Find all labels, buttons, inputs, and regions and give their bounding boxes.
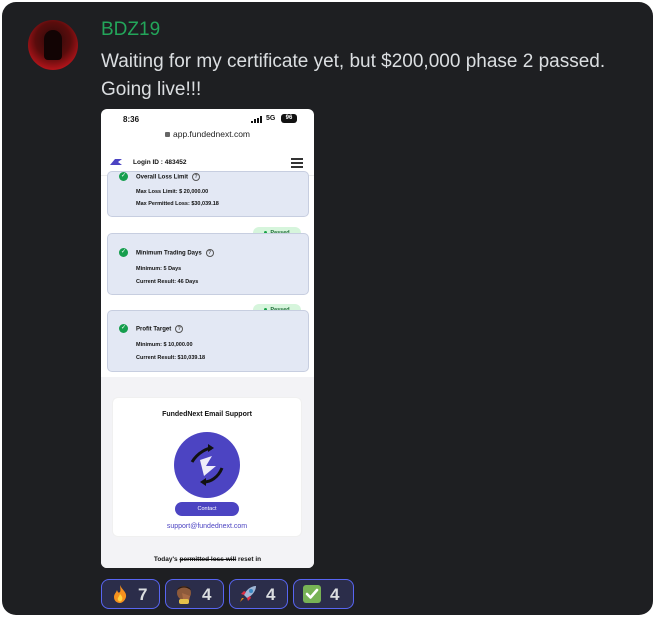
- network-label: 5G: [266, 115, 276, 122]
- card-title: Overall Loss Limit?: [136, 173, 201, 181]
- signal-icon: [251, 116, 262, 123]
- reaction-count: 4: [330, 585, 340, 604]
- support-title: FundedNext Email Support: [162, 411, 252, 418]
- help-icon: ?: [192, 173, 201, 181]
- reaction-count: 4: [266, 585, 276, 604]
- rocket-emoji-icon: [240, 586, 256, 602]
- help-icon: ?: [205, 249, 214, 257]
- support-illustration: [174, 432, 240, 498]
- reaction-count: 4: [202, 585, 212, 604]
- username[interactable]: BDZ19: [101, 19, 160, 41]
- card-line: Current Result: $10,039.18: [136, 355, 206, 361]
- status-time: 8:36: [123, 115, 140, 124]
- login-id: Login ID : 483452: [133, 159, 187, 166]
- card-line: Minimum: 5 Days: [136, 266, 182, 272]
- card-line: Minimum: $ 10,000.00: [136, 342, 193, 348]
- reaction-fire[interactable]: 7: [101, 579, 160, 609]
- card-title: Profit Target?: [136, 325, 184, 333]
- objective-card-loss-limit: ✓ Overall Loss Limit? Max Loss Limit: $ …: [107, 171, 309, 217]
- contact-button[interactable]: Contact: [175, 502, 239, 516]
- card-line: Max Loss Limit: $ 20,000.00: [136, 189, 209, 195]
- support-email-link[interactable]: support@fundednext.com: [113, 523, 301, 530]
- check-circle-icon: ✓: [119, 324, 128, 333]
- attached-screenshot[interactable]: 8:36 5G 96 app.fundednext.com Login ID :…: [101, 109, 314, 568]
- email-support-card: FundedNext Email Support Contact support…: [113, 398, 301, 536]
- reaction-count: 7: [138, 585, 148, 604]
- objective-card-trading-days: ✓ Minimum Trading Days? Minimum: 5 Days …: [107, 233, 309, 295]
- avatar-figure: [44, 30, 62, 60]
- check-circle-icon: ✓: [119, 248, 128, 257]
- user-avatar[interactable]: [28, 20, 78, 70]
- fundednext-emblem-icon: [190, 444, 224, 486]
- message-container: BDZ19 Waiting for my certificate yet, bu…: [2, 2, 653, 615]
- message-text: Waiting for my certificate yet, but $200…: [101, 51, 606, 100]
- card-title: Minimum Trading Days?: [136, 249, 214, 257]
- battery-icon: 96: [281, 114, 297, 123]
- address-bar: app.fundednext.com: [101, 129, 314, 139]
- hamburger-menu-icon: [291, 158, 303, 168]
- check-mark-button-emoji-icon: [303, 585, 321, 603]
- fundednext-logo-icon: [110, 159, 122, 165]
- card-line: Max Permitted Loss: $30,039.18: [136, 201, 219, 207]
- card-line: Current Result: 46 Days: [136, 279, 199, 285]
- reaction-check[interactable]: 4: [293, 579, 354, 609]
- reaction-rocket[interactable]: 4: [229, 579, 288, 609]
- person-facepalm-emoji-icon: [177, 586, 191, 604]
- fire-emoji-icon: [114, 585, 127, 603]
- check-circle-icon: ✓: [119, 172, 128, 181]
- objective-card-profit-target: ✓ Profit Target? Minimum: $ 10,000.00 Cu…: [107, 310, 309, 372]
- reset-notice: Today's permitted loss will reset in: [153, 556, 262, 563]
- url-text: app.fundednext.com: [172, 129, 251, 139]
- reaction-facepalm[interactable]: 4: [165, 579, 224, 609]
- lock-icon: [164, 132, 170, 138]
- help-icon: ?: [175, 325, 184, 333]
